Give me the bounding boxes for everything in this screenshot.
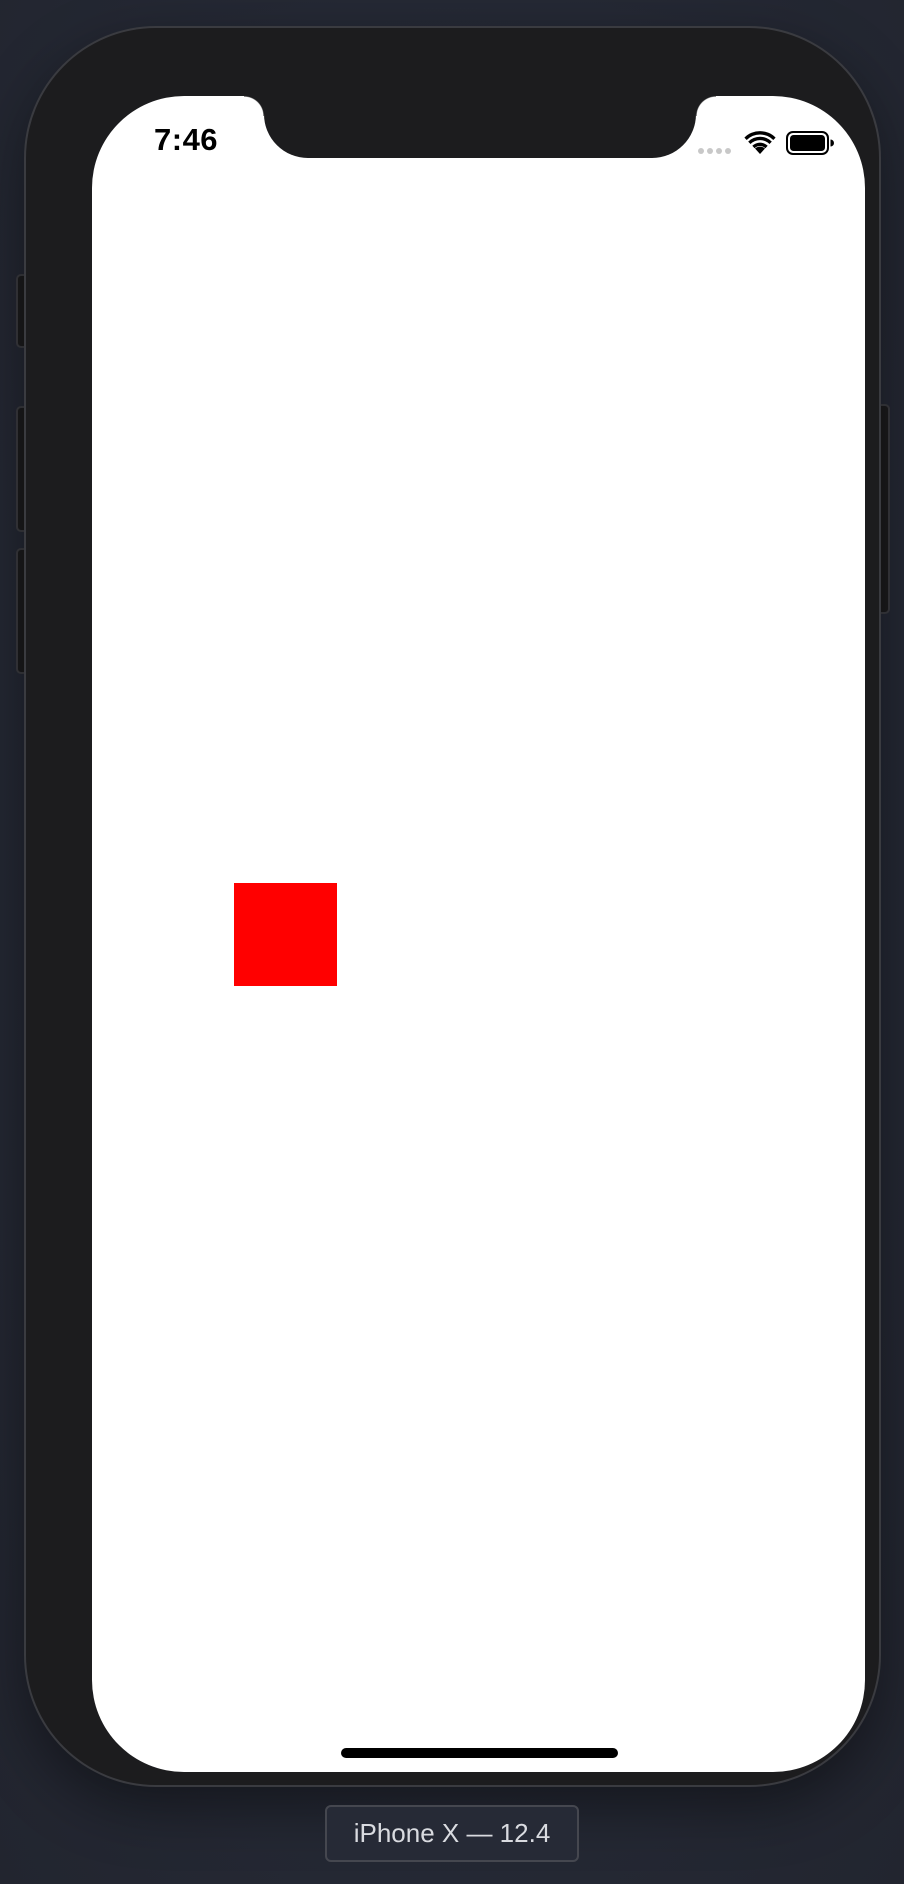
device-frame: 7:46 bbox=[26, 28, 879, 1785]
simulator-window: 7:46 iPhone X — 12.4 bbox=[0, 0, 904, 1884]
device-name-label: iPhone X — 12.4 bbox=[325, 1805, 579, 1862]
notch bbox=[244, 96, 716, 158]
device-screen[interactable]: 7:46 bbox=[92, 96, 865, 1772]
wifi-icon bbox=[744, 131, 776, 154]
red-square-view[interactable] bbox=[234, 883, 337, 986]
status-time: 7:46 bbox=[154, 122, 219, 157]
signal-dots-icon bbox=[698, 148, 731, 154]
home-indicator[interactable] bbox=[341, 1748, 618, 1758]
battery-icon bbox=[786, 131, 834, 155]
